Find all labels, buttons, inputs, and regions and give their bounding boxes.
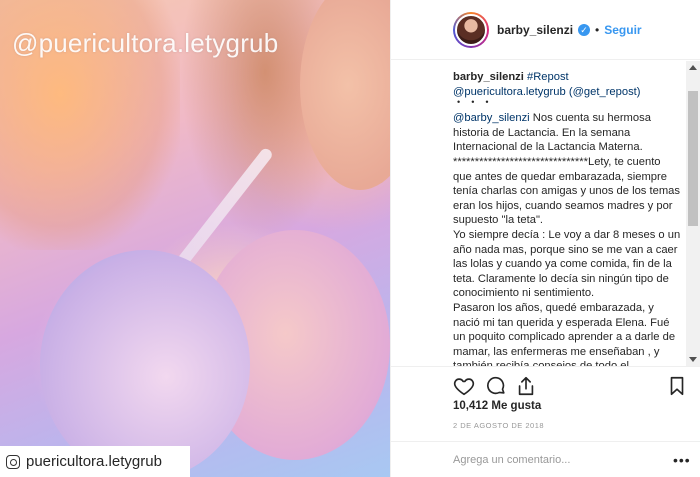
caption-body-1: Nos cuenta su hermosa historia de Lactan… <box>453 112 680 227</box>
image-repost-tag: puericultora.letygrub <box>0 446 190 477</box>
likes-count[interactable]: 10,412 Me gusta <box>453 400 541 412</box>
reposted-user-link[interactable]: @puericultora.letygrub <box>453 86 566 98</box>
caption-paragraph-3: Pasaron los años, quedé embarazada, y na… <box>453 301 676 366</box>
get-repost-link[interactable]: (@get_repost) <box>569 86 641 98</box>
scroll-thumb[interactable] <box>688 91 698 226</box>
repost-hashtag[interactable]: #Repost <box>527 71 569 83</box>
instagram-icon <box>6 454 20 469</box>
photo-baby <box>40 250 250 477</box>
caption-author[interactable]: barby_silenzi <box>453 71 524 83</box>
caption-area: barby_silenzi #Repost @puericultora.lety… <box>391 61 700 366</box>
caption-line-1: barby_silenzi #Repost @puericultora.lety… <box>453 70 681 99</box>
image-repost-tag-text: puericultora.letygrub <box>26 453 162 470</box>
post-date: 2 DE AGOSTO DE 2018 <box>453 421 545 430</box>
caption-dots: ・・・ <box>453 97 496 110</box>
comment-input[interactable] <box>453 453 643 466</box>
caption-paragraph-2: Yo siempre decía : Le voy a dar 8 meses … <box>453 228 681 300</box>
caption-paragraph-1: @barby_silenzi Nos cuenta su hermosa his… <box>453 111 681 228</box>
post-header: barby_silenzi ✓ • Seguir <box>391 0 700 60</box>
mention-link[interactable]: @barby_silenzi <box>453 112 530 124</box>
avatar-image <box>455 14 487 46</box>
caption-scrollbar[interactable] <box>686 61 700 366</box>
post-side-panel: barby_silenzi ✓ • Seguir barby_silenzi #… <box>390 0 700 477</box>
more-options-icon[interactable]: ••• <box>673 453 691 467</box>
image-watermark: @puericultora.letygrub <box>12 28 279 58</box>
heart-icon[interactable] <box>453 375 475 397</box>
username-row: barby_silenzi ✓ • Seguir <box>497 23 642 37</box>
scroll-down-arrow-icon[interactable] <box>689 357 697 362</box>
scroll-up-arrow-icon[interactable] <box>689 65 697 70</box>
comment-box: ••• <box>391 441 700 477</box>
action-bar <box>391 366 700 402</box>
header-separator: • <box>595 23 600 37</box>
share-icon[interactable] <box>515 375 537 397</box>
follow-button[interactable]: Seguir <box>604 23 641 37</box>
post-image[interactable]: @puericultora.letygrub puericultora.lety… <box>0 0 390 477</box>
verified-badge-icon: ✓ <box>578 24 591 36</box>
bookmark-icon[interactable] <box>666 375 688 397</box>
comment-icon[interactable] <box>485 375 507 397</box>
avatar[interactable] <box>453 12 489 48</box>
header-username[interactable]: barby_silenzi <box>497 23 573 37</box>
